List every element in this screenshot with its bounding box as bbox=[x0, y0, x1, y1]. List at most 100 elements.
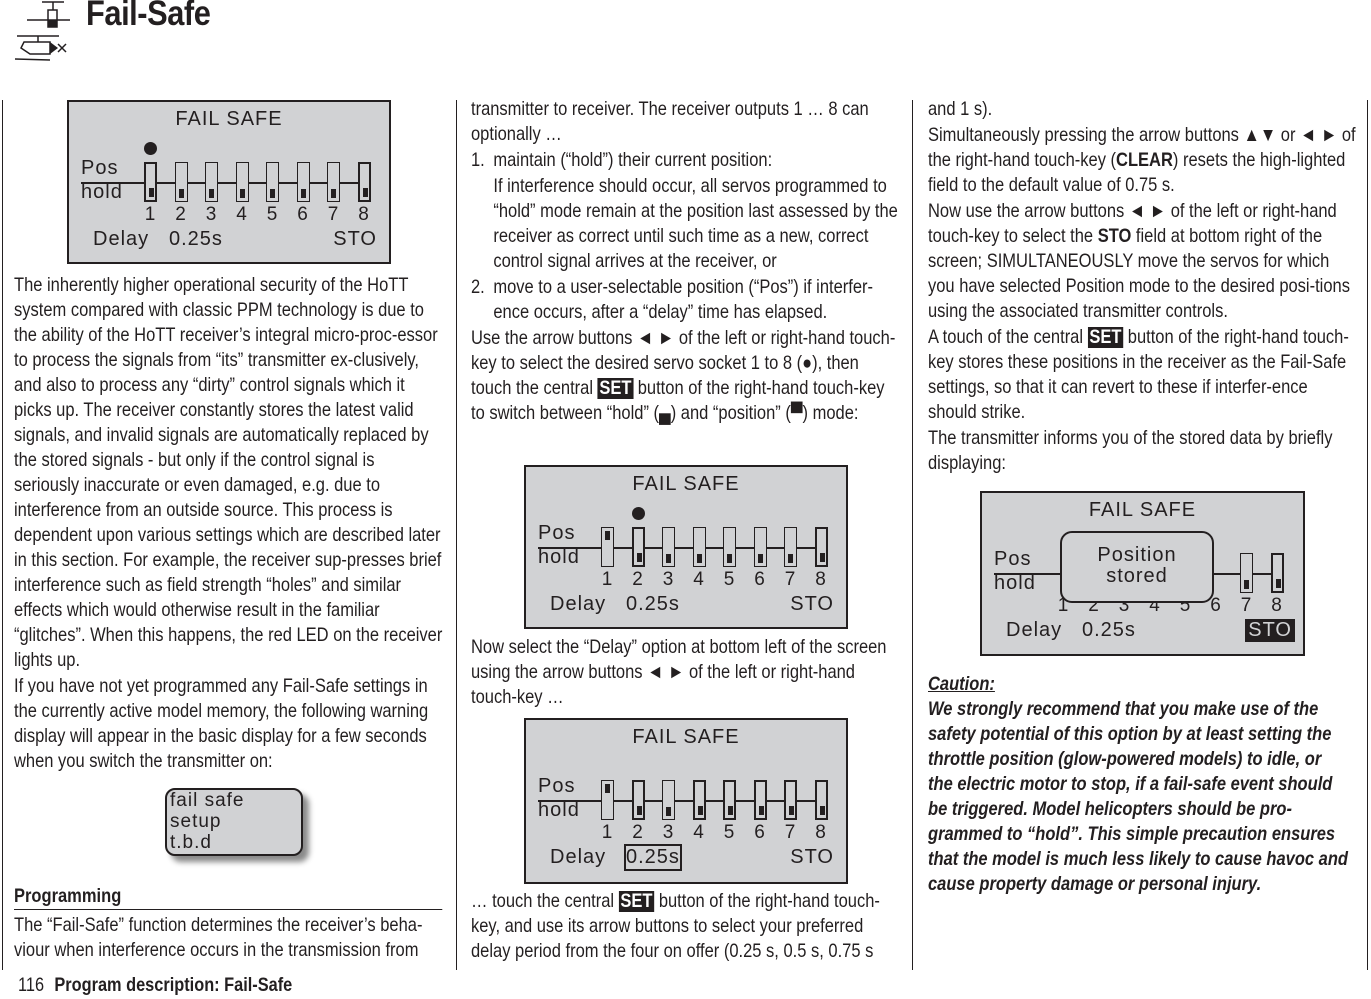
servo-slot-1 bbox=[144, 162, 157, 202]
mode-baseline bbox=[538, 800, 826, 802]
caution-text: We strongly recommend that you make use … bbox=[928, 699, 1349, 895]
channel-number: 2 bbox=[175, 204, 186, 225]
helicopter-model-icon bbox=[14, 35, 67, 61]
hold-marker bbox=[636, 806, 642, 815]
lcd-screen-fail-safe-select: FAIL SAFE Pos hold 1 2 3 4 5 6 7 8 Delay 0.25s STO bbox=[524, 465, 848, 629]
servo-slot-8 bbox=[814, 527, 828, 567]
column-1: The inherently higher operational securi… bbox=[14, 273, 444, 774]
channel-number: 3 bbox=[662, 822, 674, 843]
servo-slot-4 bbox=[692, 780, 706, 820]
column-2-set: … touch the central SET button of the ri… bbox=[471, 889, 901, 964]
channel-number: 4 bbox=[693, 569, 704, 590]
hold-marker bbox=[362, 188, 368, 197]
channel-number: 8 bbox=[815, 569, 826, 590]
section-heading: Programming bbox=[14, 884, 443, 910]
footer-section: Program description: Fail-Safe bbox=[54, 975, 293, 996]
pos-label: Pos bbox=[81, 157, 119, 179]
paragraph: If you have not yet programmed any Fail-… bbox=[14, 676, 429, 772]
channel-number: 7 bbox=[784, 822, 796, 843]
hold-marker bbox=[789, 806, 794, 815]
delay-value: 0.25s bbox=[626, 593, 680, 615]
servo-slot-8 bbox=[1270, 553, 1284, 593]
lcd-screen-fail-safe-delay: FAIL SAFE Pos hold 1 2 3 4 5 6 7 8 Delay 0.25s STO bbox=[524, 718, 848, 884]
lcd-screen-fail-safe-hold: FAIL SAFE Pos hold 1 2 3 4 5 6 7 8 Delay 0.25s STO bbox=[67, 100, 391, 264]
screen-title: FAIL SAFE bbox=[632, 473, 740, 495]
hold-marker bbox=[727, 554, 732, 563]
column-divider bbox=[2, 100, 3, 970]
warning-display: fail safe setup t.b.d bbox=[165, 788, 303, 856]
hold-marker bbox=[209, 189, 214, 198]
hold-marker bbox=[300, 189, 306, 198]
servo-slot-2 bbox=[631, 780, 645, 820]
hold-marker bbox=[1244, 580, 1249, 589]
column-divider bbox=[1367, 100, 1368, 970]
hold-marker bbox=[758, 806, 764, 815]
paragraph: transmitter to receiver. The receiver ou… bbox=[471, 99, 869, 145]
channel-number: 8 bbox=[1271, 595, 1282, 616]
channel-number: 4 bbox=[236, 204, 247, 225]
hold-marker bbox=[270, 189, 275, 198]
servo-slot-2 bbox=[631, 527, 645, 567]
hold-marker bbox=[819, 553, 825, 562]
delay-value: 0.25s bbox=[1082, 619, 1136, 641]
hold-marker bbox=[697, 806, 703, 815]
paragraph: Simultaneously pressing the arrow button… bbox=[928, 125, 1356, 196]
paragraph: The inherently higher operational securi… bbox=[14, 275, 443, 671]
selected-channel-dot bbox=[631, 507, 645, 520]
paragraph: If interference should occur, all servos… bbox=[493, 176, 898, 272]
channel-number: 2 bbox=[632, 822, 643, 843]
column-divider bbox=[456, 100, 457, 970]
position-marker bbox=[605, 531, 610, 540]
caution-box: Caution: We strongly recommend that you … bbox=[928, 672, 1349, 897]
paragraph: Use the arrow buttons ◄ ► of the left or… bbox=[471, 328, 896, 424]
channel-number: 4 bbox=[693, 822, 704, 843]
servo-slot-1 bbox=[601, 527, 614, 567]
column-3: and 1 s). Simultaneously pressing the ar… bbox=[928, 97, 1358, 476]
page-number: 116 bbox=[18, 975, 45, 996]
channel-number: 5 bbox=[266, 204, 278, 225]
servo-slot-4 bbox=[692, 527, 706, 567]
store-field: STO bbox=[333, 228, 377, 250]
store-field: STO bbox=[790, 846, 834, 868]
pos-label: Pos bbox=[538, 775, 576, 797]
servo-slot-7 bbox=[327, 162, 340, 202]
hold-marker bbox=[666, 807, 671, 816]
delay-label: Delay bbox=[550, 593, 607, 615]
set-key-label: SET bbox=[1087, 327, 1124, 348]
hold-marker bbox=[239, 189, 245, 198]
pos-label: Pos bbox=[994, 548, 1032, 570]
page-title: Fail-Safe bbox=[86, 0, 211, 33]
servo-slot-3 bbox=[662, 527, 675, 567]
paragraph: The “Fail-Safe” function determines the … bbox=[14, 915, 423, 961]
paragraph: Now select the “Delay” option at bottom … bbox=[471, 637, 887, 708]
servo-slot-3 bbox=[205, 162, 218, 202]
list-item: 2. move to a user-selectable position (“… bbox=[471, 277, 874, 323]
position-stored-popup: Position stored bbox=[1060, 531, 1214, 603]
screen-title: FAIL SAFE bbox=[632, 726, 740, 748]
set-key-label: SET bbox=[597, 378, 634, 399]
screen-title: FAIL SAFE bbox=[175, 108, 283, 130]
delay-label: Delay bbox=[93, 228, 150, 250]
store-field: STO bbox=[1245, 619, 1295, 642]
warning-line: setup bbox=[170, 811, 222, 832]
channel-number: 6 bbox=[297, 204, 308, 225]
hold-label: hold bbox=[538, 546, 580, 568]
delay-value: 0.25s bbox=[169, 228, 223, 250]
paragraph: and 1 s). bbox=[928, 99, 993, 120]
servo-slot-7 bbox=[1240, 553, 1253, 593]
hold-marker bbox=[178, 189, 184, 198]
hold-marker bbox=[1275, 579, 1281, 588]
channel-number: 1 bbox=[601, 822, 613, 843]
hold-label: hold bbox=[994, 572, 1036, 594]
hold-marker bbox=[788, 554, 793, 563]
servo-slot-4 bbox=[235, 162, 249, 202]
servo-slot-8 bbox=[357, 162, 371, 202]
servo-slot-8 bbox=[814, 780, 828, 820]
column-2-delay: Now select the “Delay” option at bottom … bbox=[471, 635, 901, 710]
servo-slot-6 bbox=[753, 527, 767, 567]
popup-text: stored bbox=[1106, 565, 1168, 587]
servo-slot-7 bbox=[784, 527, 797, 567]
caution-heading: Caution: bbox=[928, 674, 995, 695]
servo-slot-3 bbox=[662, 780, 675, 820]
hold-marker bbox=[819, 806, 825, 815]
